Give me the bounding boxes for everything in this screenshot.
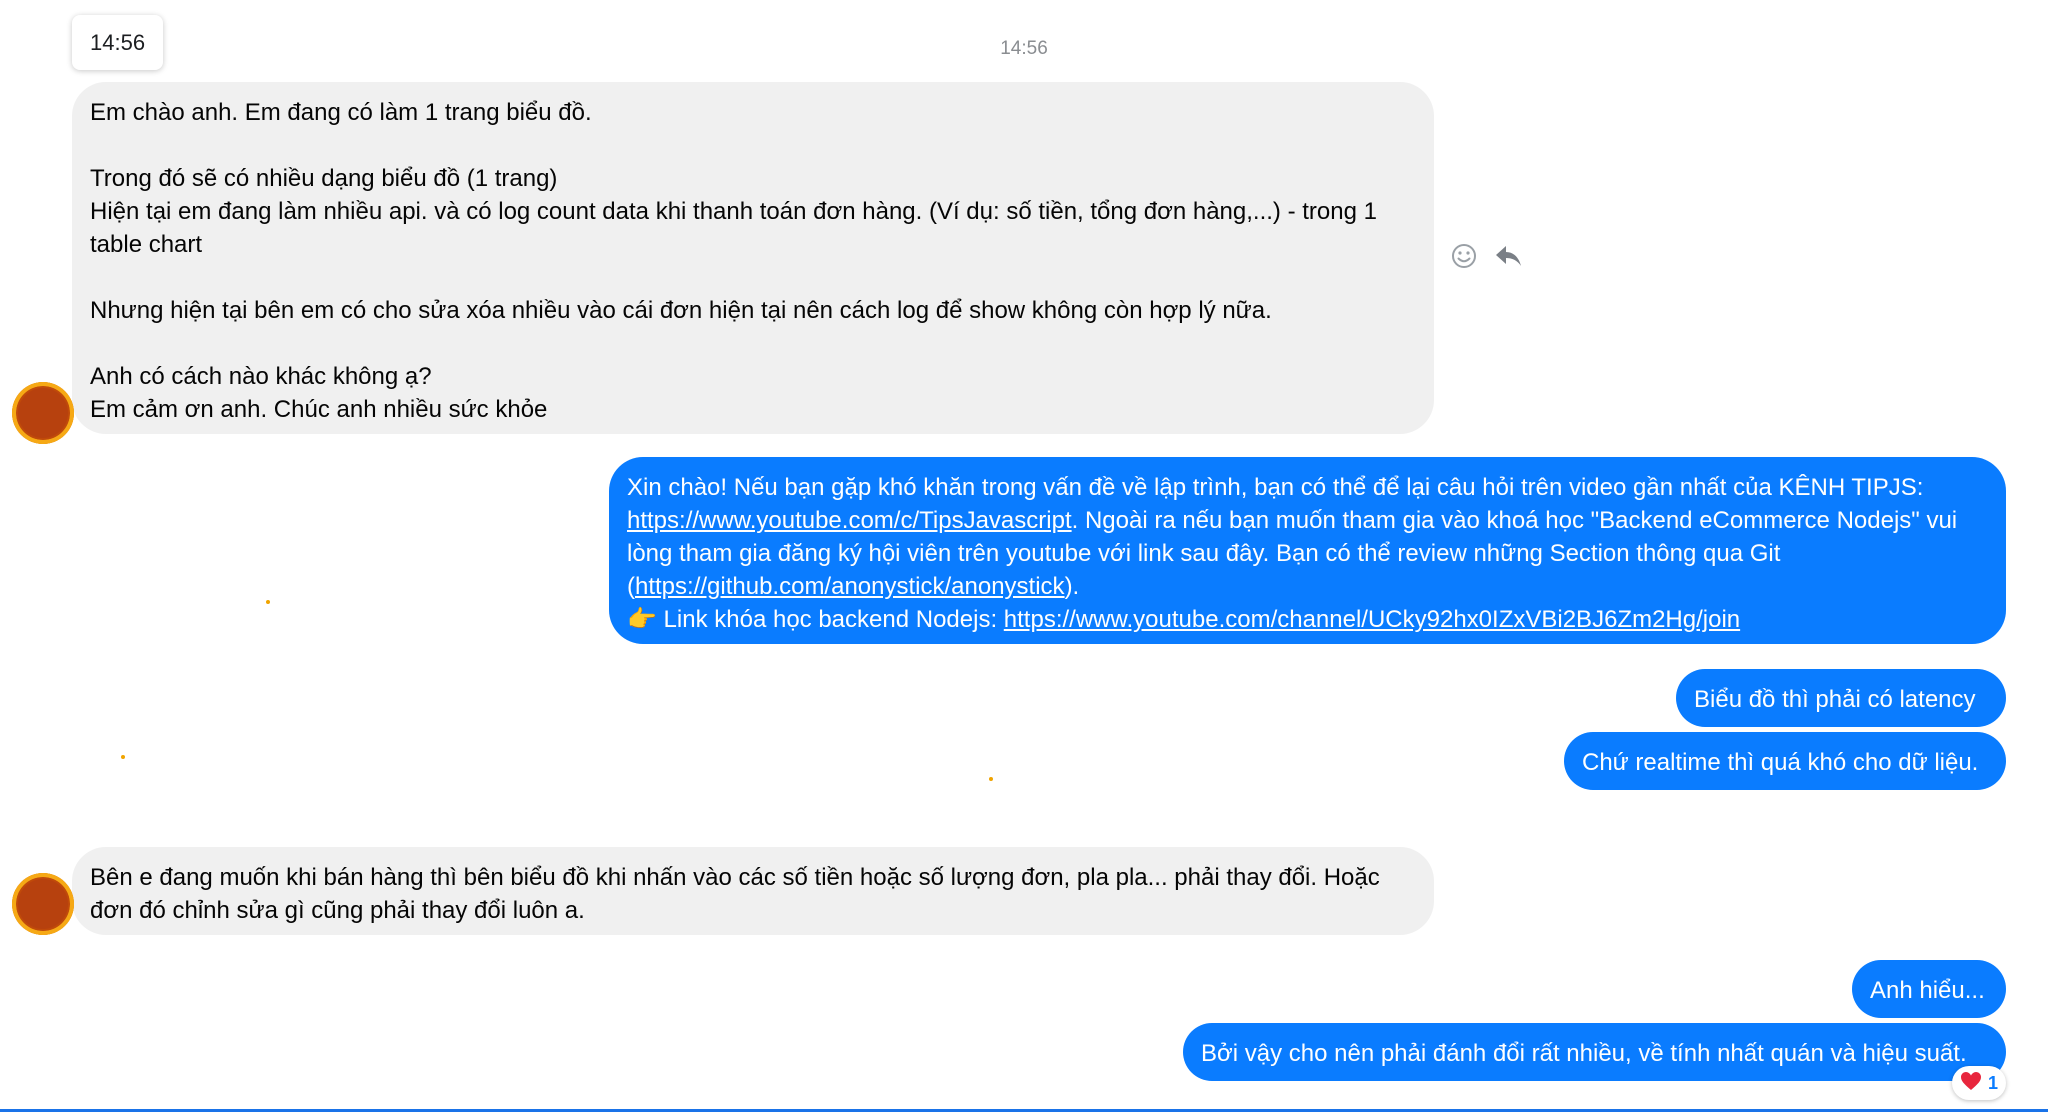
- time-divider: 14:56: [1000, 38, 1048, 59]
- chat-window: 14:56 14:56 Em chào anh. Em đang có làm …: [0, 0, 2048, 1116]
- outgoing-message[interactable]: Bởi vậy cho nên phải đánh đổi rất nhiều,…: [1183, 1023, 2006, 1081]
- decorative-dot: [266, 600, 270, 604]
- avatar[interactable]: [12, 382, 74, 444]
- avatar[interactable]: [12, 873, 74, 935]
- message-text: Link khóa học backend Nodejs:: [656, 606, 1004, 633]
- message-actions: [1448, 240, 1524, 272]
- reaction-count: 1: [1988, 1072, 1999, 1093]
- decorative-dot: [989, 777, 993, 781]
- youtube-channel-link[interactable]: https://www.youtube.com/c/TipsJavascript: [627, 507, 1072, 534]
- reply-arrow-icon[interactable]: [1492, 240, 1524, 272]
- github-link[interactable]: https://github.com/anonystick/anonystick: [635, 573, 1065, 600]
- heart-icon: [1960, 1071, 1982, 1096]
- divider-line: [0, 1109, 2048, 1112]
- smiley-icon[interactable]: [1448, 240, 1480, 272]
- decorative-dot: [121, 755, 125, 759]
- message-text: Xin chào! Nếu bạn gặp khó khăn trong vấn…: [627, 474, 1931, 501]
- course-join-link[interactable]: https://www.youtube.com/channel/UCky92hx…: [1004, 606, 1740, 633]
- outgoing-message[interactable]: Anh hiểu...: [1852, 960, 2006, 1018]
- reaction-badge[interactable]: 1: [1952, 1066, 2007, 1100]
- avatar-ring: [12, 873, 74, 935]
- outgoing-message[interactable]: Chứ realtime thì quá khó cho dữ liệu.: [1564, 732, 2006, 790]
- outgoing-message[interactable]: Biểu đồ thì phải có latency: [1676, 669, 2006, 727]
- outgoing-message[interactable]: Xin chào! Nếu bạn gặp khó khăn trong vấn…: [609, 457, 2006, 644]
- incoming-message[interactable]: Bên e đang muốn khi bán hàng thì bên biể…: [72, 847, 1434, 935]
- pointing-hand-icon: 👉: [627, 606, 657, 633]
- incoming-message[interactable]: Em chào anh. Em đang có làm 1 trang biểu…: [72, 82, 1434, 434]
- message-text: ).: [1064, 573, 1080, 600]
- avatar-ring: [12, 382, 74, 444]
